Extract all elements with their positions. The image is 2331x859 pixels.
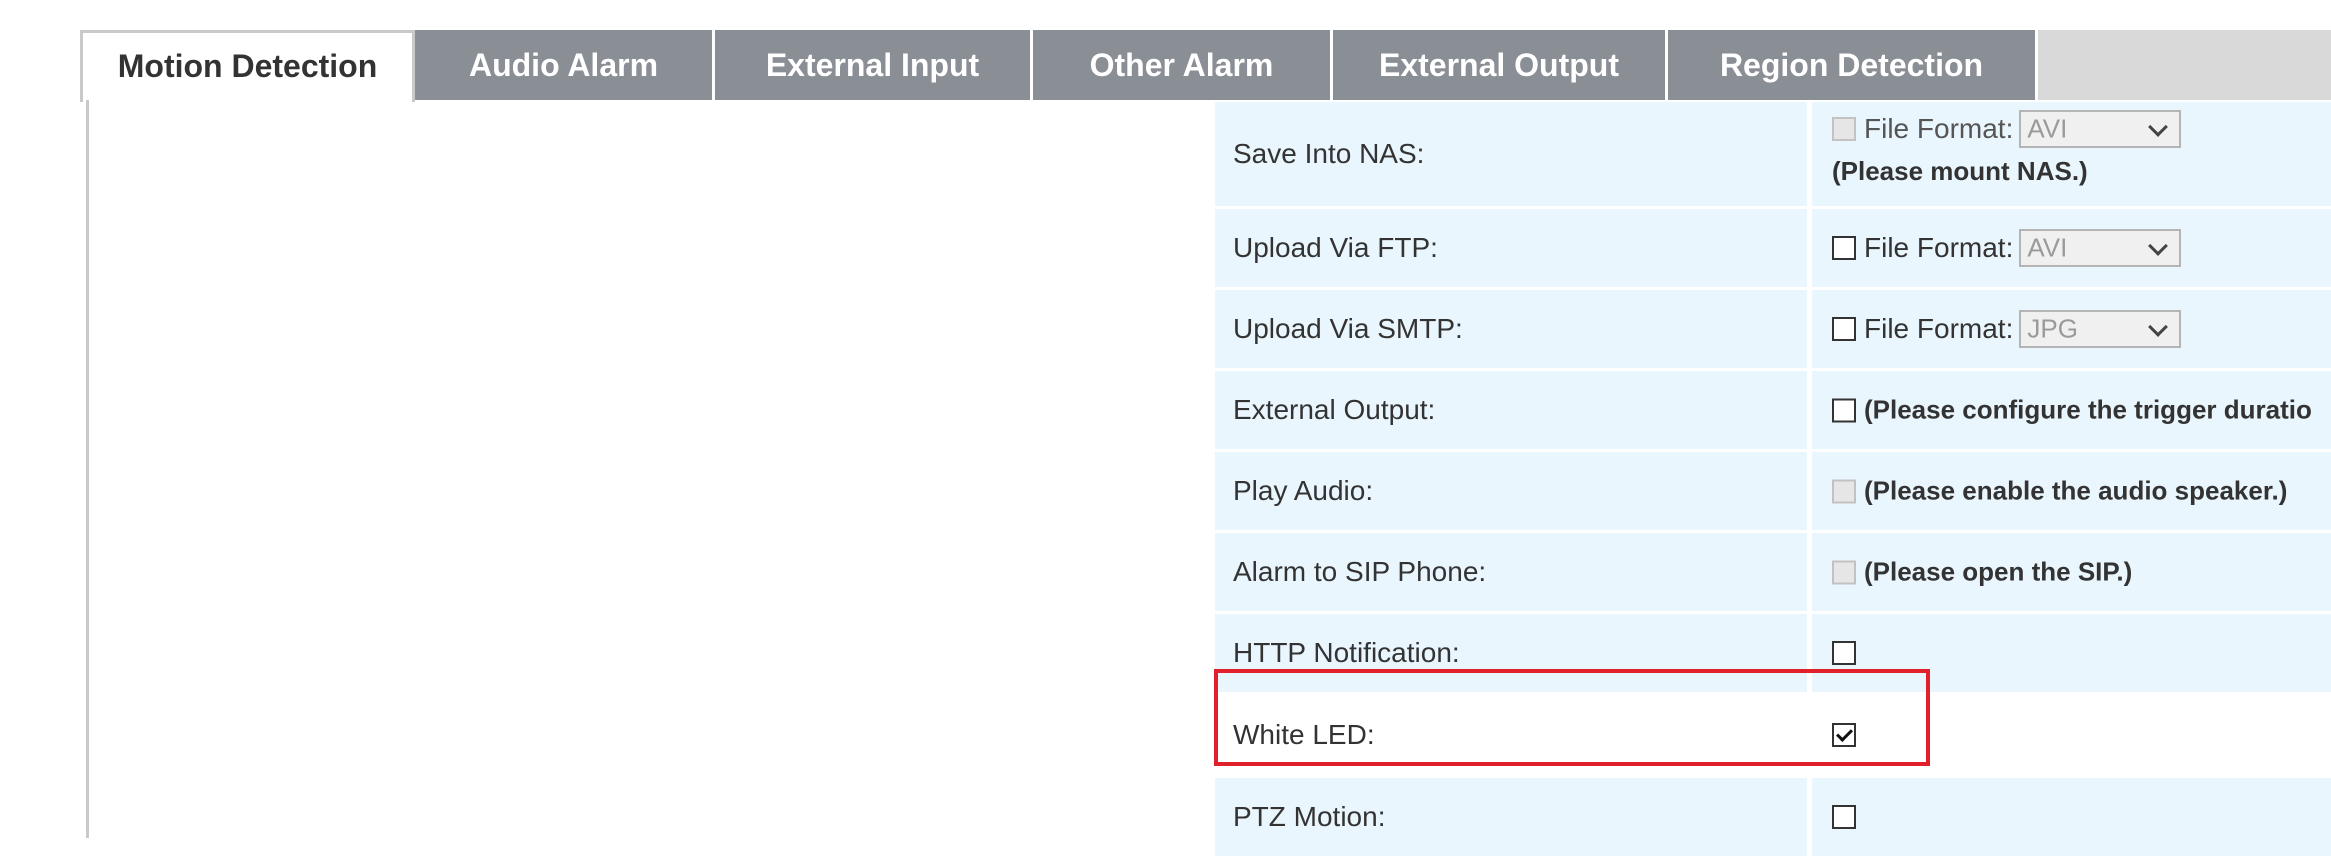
value-cell xyxy=(1812,695,2331,775)
upload-ftp-file-format-value: AVI xyxy=(2027,232,2068,263)
tab-motion-detection[interactable]: Motion Detection xyxy=(80,30,415,102)
sip-phone-checkbox[interactable] xyxy=(1832,560,1856,584)
chevron-down-icon xyxy=(2148,236,2169,256)
external-output-note: (Please configure the trigger duratio xyxy=(1864,394,2312,425)
row-save-into-nas: Save Into NAS: File Format: AVI (Please … xyxy=(1215,102,2331,206)
value-cell: (Please enable the audio speaker.) xyxy=(1812,452,2331,530)
value-cell xyxy=(1812,778,2331,856)
label-cell: PTZ Motion: xyxy=(1215,778,1807,856)
upload-smtp-label: Upload Via SMTP: xyxy=(1233,313,1463,344)
upload-ftp-file-format-label: File Format: xyxy=(1864,232,2014,263)
row-play-audio: Play Audio: (Please enable the audio spe… xyxy=(1215,452,2331,530)
sip-phone-label: Alarm to SIP Phone: xyxy=(1233,556,1487,587)
label-cell: Alarm to SIP Phone: xyxy=(1215,533,1807,611)
save-nas-file-format-select[interactable]: AVI xyxy=(2019,110,2182,148)
ptz-motion-label: PTZ Motion: xyxy=(1233,801,1386,832)
tab-external-input[interactable]: External Input xyxy=(715,30,1033,100)
alarm-tab-bar: Motion Detection Audio Alarm External In… xyxy=(80,30,2331,102)
save-nas-checkbox[interactable] xyxy=(1832,117,1856,141)
tab-region-detection[interactable]: Region Detection xyxy=(1668,30,2038,100)
label-cell: Save Into NAS: xyxy=(1215,102,1807,206)
save-nas-file-format-label: File Format: xyxy=(1864,113,2014,144)
save-nas-file-format-value: AVI xyxy=(2027,113,2068,144)
alarm-action-settings: Save Into NAS: File Format: AVI (Please … xyxy=(1215,102,2331,859)
upload-smtp-checkbox[interactable] xyxy=(1832,317,1856,341)
white-led-checkbox[interactable] xyxy=(1832,723,1856,747)
row-alarm-to-sip-phone: Alarm to SIP Phone: (Please open the SIP… xyxy=(1215,533,2331,611)
upload-smtp-file-format-select[interactable]: JPG xyxy=(2019,310,2182,348)
label-cell: Upload Via FTP: xyxy=(1215,209,1807,287)
row-external-output: External Output: (Please configure the t… xyxy=(1215,371,2331,449)
value-cell: (Please configure the trigger duratio xyxy=(1812,371,2331,449)
upload-smtp-file-format-value: JPG xyxy=(2027,313,2078,344)
http-notification-checkbox[interactable] xyxy=(1832,641,1856,665)
upload-ftp-checkbox[interactable] xyxy=(1832,236,1856,260)
label-cell: External Output: xyxy=(1215,371,1807,449)
ptz-motion-checkbox[interactable] xyxy=(1832,805,1856,829)
sip-phone-note: (Please open the SIP.) xyxy=(1864,556,2133,587)
value-cell: File Format: AVI xyxy=(1812,209,2331,287)
label-cell: Play Audio: xyxy=(1215,452,1807,530)
play-audio-checkbox[interactable] xyxy=(1832,479,1856,503)
label-cell: HTTP Notification: xyxy=(1215,614,1807,692)
external-output-label: External Output: xyxy=(1233,394,1436,425)
upload-ftp-label: Upload Via FTP: xyxy=(1233,232,1438,263)
content-left-border xyxy=(86,100,89,838)
external-output-checkbox[interactable] xyxy=(1832,398,1856,422)
tab-other-alarm[interactable]: Other Alarm xyxy=(1033,30,1333,100)
white-led-label: White LED: xyxy=(1233,719,1375,750)
upload-ftp-file-format-select[interactable]: AVI xyxy=(2019,229,2182,267)
chevron-down-icon xyxy=(2148,117,2169,137)
http-notification-label: HTTP Notification: xyxy=(1233,637,1460,668)
upload-smtp-file-format-label: File Format: xyxy=(1864,313,2014,344)
label-cell: White LED: xyxy=(1215,695,1807,775)
tab-audio-alarm[interactable]: Audio Alarm xyxy=(415,30,715,100)
value-cell: File Format: AVI (Please mount NAS.) xyxy=(1812,102,2331,206)
save-nas-note: (Please mount NAS.) xyxy=(1832,156,2088,186)
row-ptz-motion: PTZ Motion: xyxy=(1215,778,2331,856)
value-cell: (Please open the SIP.) xyxy=(1812,533,2331,611)
save-nas-label: Save Into NAS: xyxy=(1233,138,1425,169)
row-upload-via-smtp: Upload Via SMTP: File Format: JPG xyxy=(1215,290,2331,368)
row-http-notification: HTTP Notification: xyxy=(1215,614,2331,692)
row-upload-via-ftp: Upload Via FTP: File Format: AVI xyxy=(1215,209,2331,287)
play-audio-note: (Please enable the audio speaker.) xyxy=(1864,475,2288,506)
row-white-led: White LED: xyxy=(1215,695,2331,775)
play-audio-label: Play Audio: xyxy=(1233,475,1374,506)
label-cell: Upload Via SMTP: xyxy=(1215,290,1807,368)
value-cell xyxy=(1812,614,2331,692)
chevron-down-icon xyxy=(2148,317,2169,337)
tab-external-output[interactable]: External Output xyxy=(1333,30,1668,100)
value-cell: File Format: JPG xyxy=(1812,290,2331,368)
